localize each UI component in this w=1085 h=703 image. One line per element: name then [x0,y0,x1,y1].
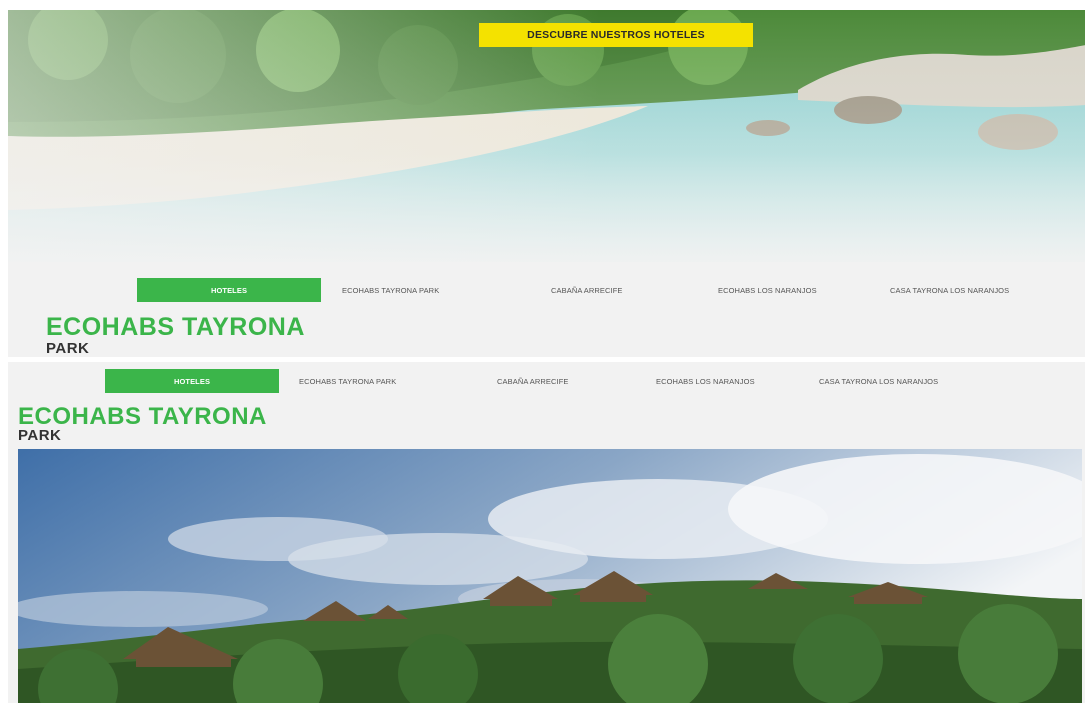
hotel-title: ECOHABS TAYRONA [46,313,305,341]
hero-banner: DESCUBRE NUESTROS HOTELES [8,10,1085,272]
nav-item-ecohabs-los-naranjos[interactable]: ECOHABS LOS NARANJOS [656,369,755,393]
ecohabs-photo [18,449,1082,703]
nav-item-ecohabs-tayrona-park[interactable]: ECOHABS TAYRONA PARK [299,369,396,393]
nav-item-hoteles[interactable]: HOTELES [105,369,279,393]
discover-hotels-badge[interactable]: DESCUBRE NUESTROS HOTELES [479,23,753,47]
hotel-subtitle: PARK [46,340,90,357]
hotel-section-top [8,262,1085,358]
nav-item-hoteles[interactable]: HOTELES [137,278,321,302]
nav-item-casa-tayrona-los-naranjos[interactable]: CASA TAYRONA LOS NARANJOS [890,278,1009,302]
huts-landscape-image [18,449,1082,703]
beach-hero-image [8,10,1085,272]
hotel-nav-bottom: HOTELES ECOHABS TAYRONA PARK CABAÑA ARRE… [8,369,1085,393]
nav-item-cabana-arrecife[interactable]: CABAÑA ARRECIFE [497,369,569,393]
hotel-subtitle: PARK [18,427,62,444]
nav-item-cabana-arrecife[interactable]: CABAÑA ARRECIFE [551,278,623,302]
nav-item-casa-tayrona-los-naranjos[interactable]: CASA TAYRONA LOS NARANJOS [819,369,938,393]
nav-item-ecohabs-tayrona-park[interactable]: ECOHABS TAYRONA PARK [342,278,439,302]
hotel-nav-top: HOTELES ECOHABS TAYRONA PARK CABAÑA ARRE… [8,278,1085,302]
nav-item-ecohabs-los-naranjos[interactable]: ECOHABS LOS NARANJOS [718,278,817,302]
